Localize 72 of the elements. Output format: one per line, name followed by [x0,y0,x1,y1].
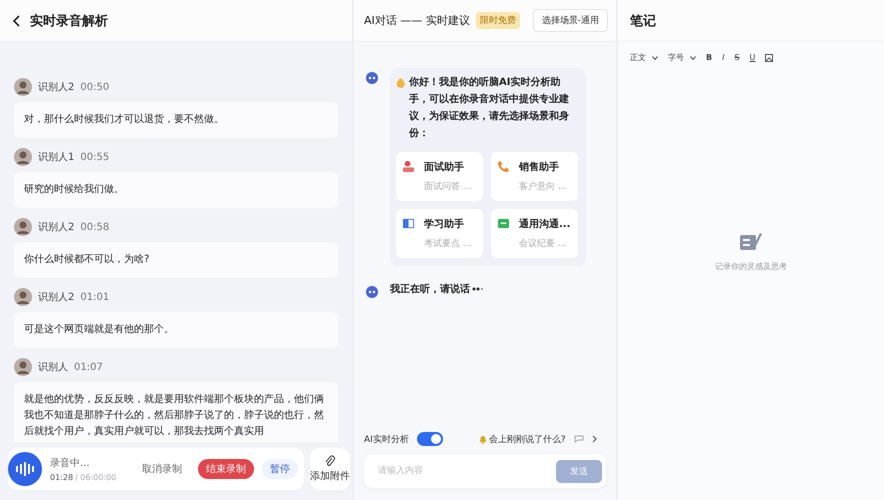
empty-hint: 记录你的灵感及思考 [715,261,787,272]
scene-subtitle: 客户意向 ... [519,180,568,193]
scene-button[interactable]: 选择场景-通用 [532,9,608,32]
timestamp: 00:58 [80,222,110,232]
scene-title: 学习助手 [424,218,465,231]
waveform-icon[interactable] [8,452,42,486]
attach-button[interactable]: 添加附件 [310,448,350,490]
pause-button[interactable]: 暂停 [262,459,298,479]
book-icon [402,217,415,230]
chevron-right-icon[interactable] [592,435,598,443]
speaker-name: 识别人1 [38,151,74,164]
speaker-name: 识别人2 [38,221,74,234]
scene-title: 面试助手 [424,160,465,174]
strike-button[interactable]: S [734,53,740,62]
recording-time: 01:28 / 06:00:00 [50,473,118,482]
note-edit-icon [739,231,763,251]
italic-button[interactable]: I [722,53,724,62]
avatar-icon [14,148,32,166]
typing-icon [472,286,484,292]
image-icon[interactable] [765,54,774,62]
cancel-button[interactable]: 取消录制 [134,459,190,479]
promo-tag: 限时免费 [476,12,520,29]
timestamp: 01:01 [80,292,110,302]
recording-status: 录音中... [50,456,91,470]
format-dropdown[interactable]: 正文 [630,52,658,63]
scene-subtitle: 面试问答 ... [424,180,472,193]
speaker-name: 识别人 [38,361,68,374]
transcript-text: 对，那什么时候我们才可以退货，要不然做。 [14,102,338,138]
transcript-text: 研究的时候给我们做。 [14,172,338,208]
transcript-text: 就是他的优势，反反反映，就是要用软件端那个板块的产品，他们俩我也不知道是那脖子什么的，然后那脖子说了的，脖子说的也行，然后就找个用户，真实用户就可以，那我去找两个真实用 [14,382,338,442]
format-dropdown[interactable]: 字号 [668,52,696,63]
timestamp: 00:55 [80,152,110,162]
bell-icon [478,434,487,444]
avatar-icon [14,288,32,306]
person-icon [402,160,415,173]
transcript-text: 你什么时候都不可以，为啥? [14,242,338,278]
back-icon[interactable] [12,14,22,26]
chevron-down-icon [652,56,658,60]
scene-card[interactable]: 销售助手 客户意向 ... [491,152,578,201]
scene-subtitle: 考试要点 ... [424,238,472,250]
bot-icon [366,286,378,298]
scene-card[interactable]: 面试助手 面试问答 ... [396,152,483,201]
chevron-down-icon [690,56,696,60]
stop-button[interactable]: 结束录制 [198,459,254,479]
speaker-name: 识别人2 [38,81,74,94]
panel-title: AI对话 —— 实时建议 [364,13,470,28]
hand-icon [396,77,406,88]
page-title: 实时录音解析 [30,12,108,30]
realtime-switch[interactable] [416,432,443,446]
phone-icon [497,160,510,173]
scene-card[interactable]: 通用沟通... 会议纪要 ... [491,209,578,258]
bold-button[interactable]: B [706,53,712,62]
timestamp: 01:07 [74,362,103,372]
underline-button[interactable]: U [750,53,756,62]
greeting-text: 你好！我是你的听脑AI实时分析助手，可以在你录音对话中提供专业建议，为保证效果，请先选择场景和身份： [409,75,570,141]
paperclip-icon [325,455,335,467]
avatar-icon [14,78,32,96]
notes-title: 笔记 [630,12,656,30]
avatar-icon [14,358,32,376]
scene-title: 通用沟通... [519,218,572,231]
speaker-name: 识别人2 [38,291,74,304]
suggestion-chip[interactable]: 会上刚刚说了什么? [478,432,566,446]
listening-text: 我正在听，请说话 [390,282,470,296]
scene-subtitle: 会议纪要 ... [519,238,568,250]
timestamp: 00:50 [80,82,110,92]
message-icon [497,217,510,230]
transcript-text: 可是这个网页端就是有他的那个。 [14,312,338,348]
scene-card[interactable]: 学习助手 考试要点 ... [396,209,483,258]
avatar-icon [14,218,32,236]
bot-icon [366,72,378,84]
realtime-label: AI实时分析 [364,434,409,446]
scene-title: 销售助手 [519,160,560,174]
